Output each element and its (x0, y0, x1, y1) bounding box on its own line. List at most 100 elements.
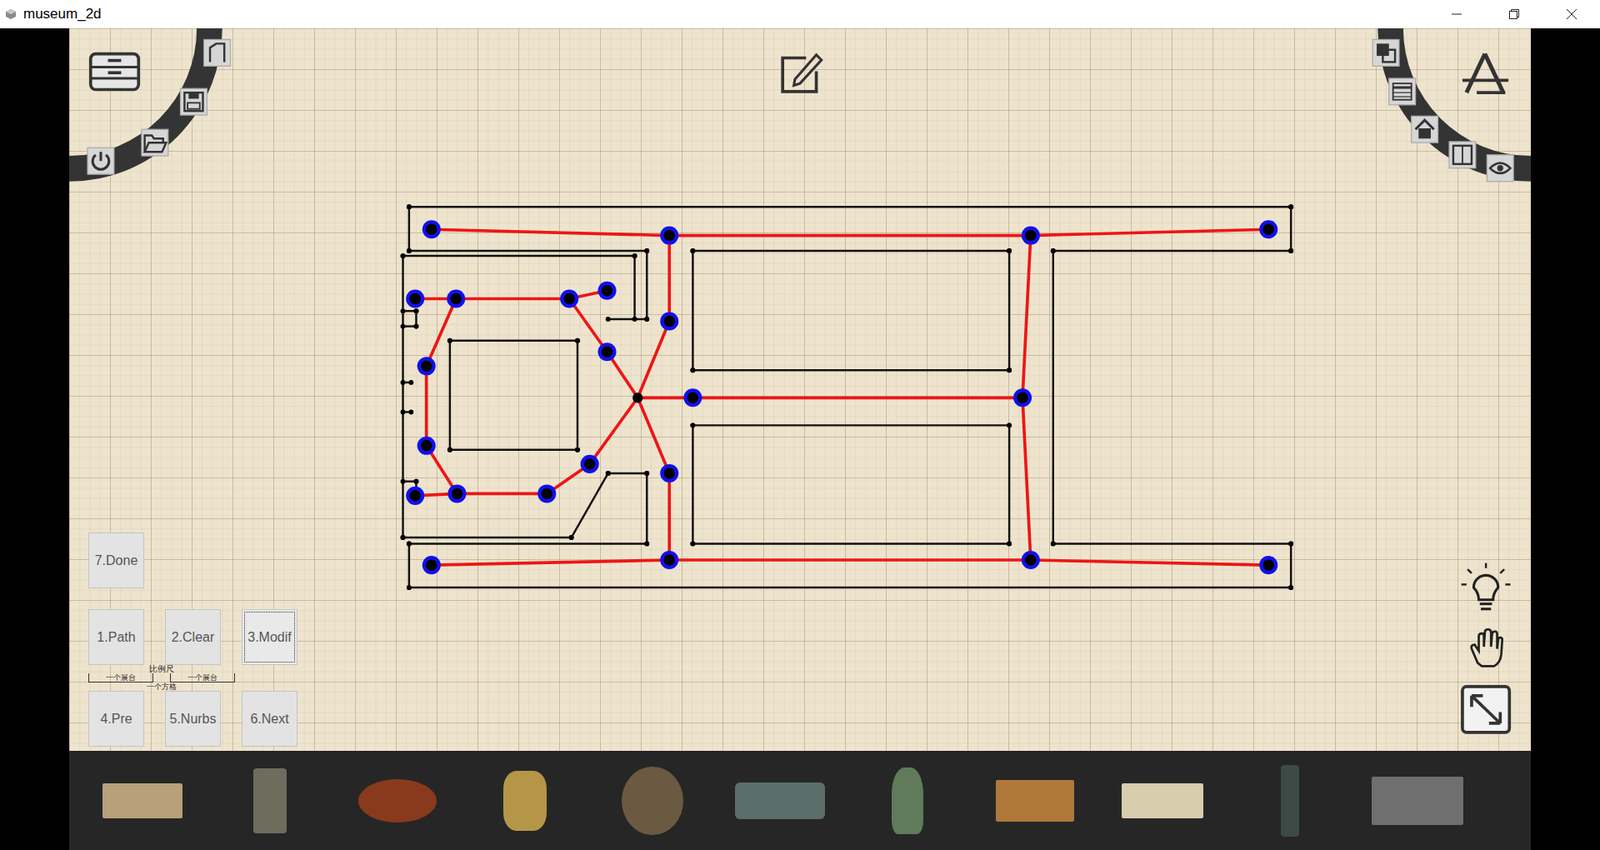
path-segment[interactable] (425, 365, 429, 446)
artifact-item[interactable] (78, 759, 206, 843)
path-segment[interactable] (637, 397, 670, 474)
path-segment[interactable] (590, 397, 639, 465)
path-node[interactable] (660, 464, 679, 483)
wall-corner (1050, 248, 1056, 254)
tour-path[interactable] (415, 229, 1269, 565)
artifact-thumbnail[interactable] (891, 767, 924, 835)
artifact-thumbnail[interactable] (358, 779, 437, 823)
path-node[interactable] (580, 455, 600, 474)
path-segment[interactable] (669, 234, 1031, 238)
path-node[interactable] (422, 555, 441, 575)
path-node[interactable] (1013, 388, 1032, 407)
tool-button[interactable]: 6.Next (241, 690, 298, 747)
path-node[interactable] (660, 550, 679, 570)
path-node[interactable] (1259, 220, 1278, 239)
hand-icon[interactable] (1471, 629, 1503, 666)
tool-button[interactable]: 4.Pre (88, 690, 145, 747)
node-center (420, 360, 432, 372)
path-node[interactable] (597, 281, 616, 300)
artifact-item[interactable] (1225, 759, 1354, 843)
artifact-thumbnail[interactable] (621, 766, 684, 835)
tool-button[interactable]: 2.Clear (165, 609, 221, 665)
power-icon[interactable] (87, 147, 115, 175)
save-icon[interactable] (180, 88, 208, 115)
window-icon[interactable] (1449, 141, 1476, 169)
path-node[interactable] (660, 226, 679, 245)
artifact-thumbnail[interactable] (1371, 776, 1464, 825)
close-button[interactable] (1542, 0, 1600, 29)
artifact-item[interactable] (1480, 759, 1531, 843)
wall-corner (1006, 248, 1012, 254)
tool-button[interactable]: 1.Path (88, 609, 145, 665)
path-segment[interactable] (667, 473, 671, 560)
artifact-item[interactable] (1098, 759, 1226, 843)
tool-button[interactable]: 7.Done (88, 532, 145, 589)
app-logo-icon[interactable] (1462, 54, 1509, 94)
path-node[interactable] (1259, 555, 1278, 575)
tool-button[interactable]: 5.Nurbs (165, 690, 221, 747)
path-segment[interactable] (431, 560, 670, 565)
path-node[interactable] (417, 356, 436, 375)
eye-icon[interactable] (1486, 155, 1514, 182)
path-node[interactable] (597, 342, 616, 361)
minimize-button[interactable] (1427, 0, 1485, 29)
artifact-item[interactable] (1353, 759, 1481, 843)
fullscreen-icon[interactable] (1462, 686, 1510, 733)
artifact-thumbnail[interactable] (102, 783, 183, 819)
path-segment[interactable] (669, 558, 1031, 562)
restore-button[interactable] (1485, 0, 1543, 29)
new-room-icon[interactable] (204, 39, 231, 66)
path-segment[interactable] (431, 229, 670, 235)
path-segment[interactable] (455, 297, 570, 301)
path-segment[interactable] (426, 299, 457, 367)
artifact-thumbnail[interactable] (253, 768, 287, 834)
path-node[interactable] (417, 436, 436, 455)
path-segment[interactable] (637, 320, 670, 398)
path-nodes[interactable] (405, 220, 1278, 575)
path-node[interactable] (1021, 226, 1040, 245)
path-node[interactable] (560, 289, 579, 308)
artifact-item[interactable] (843, 759, 971, 843)
path-node[interactable] (422, 220, 441, 239)
path-node[interactable] (447, 484, 466, 503)
path-segment[interactable] (1022, 235, 1031, 399)
artifact-item[interactable] (715, 759, 844, 843)
path-node[interactable] (683, 388, 702, 407)
tool-button[interactable]: 3.Modif (241, 609, 298, 665)
wall-corner (1006, 422, 1012, 428)
lightbulb-icon[interactable] (1461, 563, 1511, 610)
path-segment[interactable] (1030, 560, 1269, 565)
home-icon[interactable] (1411, 115, 1439, 143)
table-icon[interactable] (1389, 78, 1416, 105)
artifact-thumbnail[interactable] (735, 782, 825, 820)
path-node[interactable] (405, 486, 425, 505)
path-node[interactable] (632, 392, 643, 403)
artifact-item[interactable] (205, 759, 334, 843)
artifact-item[interactable] (333, 759, 461, 843)
path-segment[interactable] (456, 492, 547, 496)
path-segment[interactable] (1022, 397, 1031, 560)
path-segment[interactable] (1030, 229, 1269, 235)
cabinet-icon[interactable] (90, 54, 140, 90)
path-node[interactable] (1021, 550, 1040, 570)
artifact-thumbnail[interactable] (1121, 783, 1204, 819)
path-node[interactable] (405, 289, 425, 308)
path-segment[interactable] (667, 235, 671, 322)
path-segment[interactable] (692, 395, 1023, 400)
artifact-item[interactable] (588, 759, 716, 843)
artifact-shelf[interactable] (69, 750, 1531, 850)
artifact-thumbnail[interactable] (995, 780, 1075, 822)
artifact-item[interactable] (460, 759, 589, 843)
path-segment[interactable] (569, 299, 607, 353)
path-node[interactable] (537, 484, 556, 503)
artifact-item[interactable] (970, 759, 1099, 843)
artifact-thumbnail[interactable] (1280, 765, 1300, 837)
artifact-thumbnail[interactable] (503, 770, 547, 831)
path-node[interactable] (660, 311, 679, 330)
layers-icon[interactable] (1372, 39, 1400, 66)
path-node[interactable] (446, 289, 465, 308)
node-center (425, 559, 437, 570)
edit-icon[interactable] (782, 55, 822, 92)
floor-plan-canvas[interactable]: 7.Done1.Path2.Clear3.Modif比例尺一个展台一个展台一个方… (69, 28, 1531, 751)
open-folder-icon[interactable] (141, 129, 169, 156)
